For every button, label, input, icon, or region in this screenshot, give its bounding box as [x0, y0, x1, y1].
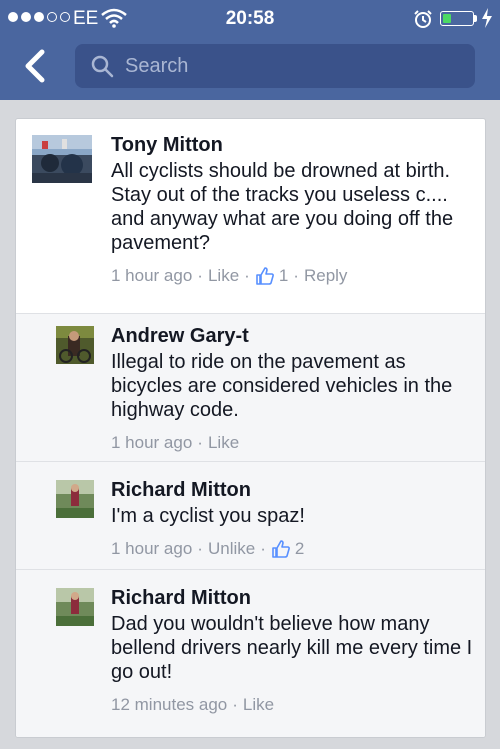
- comment-author[interactable]: Andrew Gary-t: [111, 324, 477, 348]
- reply-comment: Richard Mitton Dad you wouldn't believe …: [16, 569, 485, 737]
- reply-link[interactable]: Reply: [304, 265, 347, 287]
- comment-time: 1 hour ago: [111, 266, 193, 285]
- search-icon: [91, 55, 114, 78]
- comment-text: Dad you wouldn't believe how many bellen…: [111, 613, 473, 683]
- comment-author[interactable]: Tony Mitton: [111, 133, 477, 157]
- top-header: EE 20:58: [0, 0, 500, 100]
- charging-bolt-icon: [482, 8, 492, 28]
- status-bar: EE 20:58: [0, 0, 500, 38]
- reply-comment: Andrew Gary-t Illegal to ride on the pav…: [16, 313, 485, 461]
- comment-meta: 12 minutes ago · Like: [111, 694, 275, 716]
- thumbs-up-icon: [272, 540, 290, 558]
- back-chevron-icon[interactable]: [18, 46, 54, 86]
- comment-meta: 1 hour ago · Like · 1 · Reply: [111, 265, 348, 287]
- comment-time: 1 hour ago: [111, 433, 193, 452]
- avatar[interactable]: [32, 135, 92, 183]
- like-count: 1: [278, 266, 289, 285]
- search-bar[interactable]: [75, 44, 475, 88]
- alarm-icon: [414, 10, 432, 28]
- comment-author[interactable]: Richard Mitton: [111, 586, 477, 610]
- comment-meta: 1 hour ago · Like: [111, 432, 240, 454]
- avatar[interactable]: [56, 480, 94, 518]
- comment-text: All cyclists should be drowned at birth.…: [111, 160, 454, 254]
- search-input[interactable]: [125, 44, 455, 88]
- like-link[interactable]: Like: [243, 694, 274, 716]
- comment-meta: 1 hour ago · Unlike · 2: [111, 538, 305, 560]
- thumbs-up-icon: [256, 267, 274, 285]
- reply-comment: Richard Mitton I'm a cyclist you spaz! 1…: [16, 461, 485, 569]
- like-count: 2: [294, 539, 305, 558]
- comment-time: 1 hour ago: [111, 539, 193, 558]
- battery-tip: [474, 15, 477, 22]
- avatar[interactable]: [56, 588, 94, 626]
- comment: Tony Mitton All cyclists should be drown…: [16, 119, 485, 313]
- avatar[interactable]: [56, 326, 94, 364]
- unlike-link[interactable]: Unlike: [208, 538, 255, 560]
- battery-icon: [440, 11, 474, 26]
- comment-text: Illegal to ride on the pavement as bicyc…: [111, 351, 453, 421]
- comment-time: 12 minutes ago: [111, 695, 228, 714]
- comment-text: I'm a cyclist you spaz!: [111, 505, 305, 527]
- comment-author[interactable]: Richard Mitton: [111, 478, 477, 502]
- like-link[interactable]: Like: [208, 432, 239, 454]
- like-link[interactable]: Like: [208, 265, 239, 287]
- comments-card: Tony Mitton All cyclists should be drown…: [15, 118, 486, 738]
